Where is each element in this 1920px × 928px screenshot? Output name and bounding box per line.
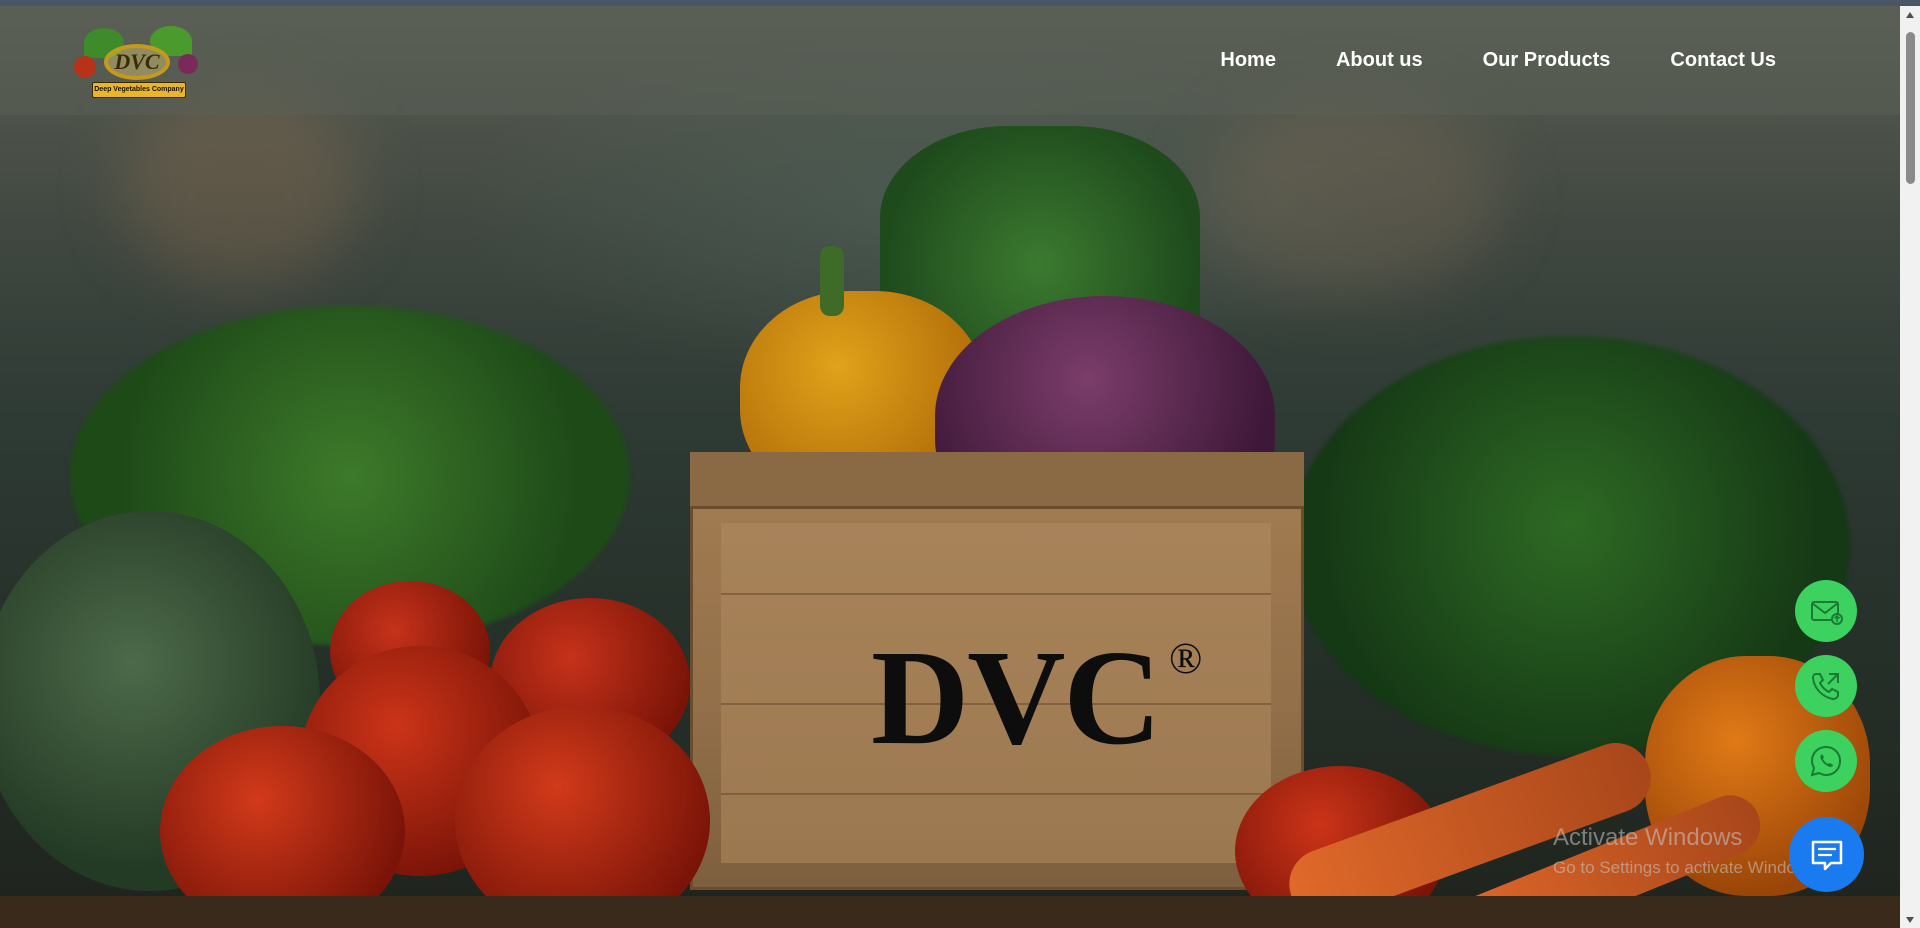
whatsapp-button[interactable] bbox=[1795, 730, 1857, 792]
watermark-title: Activate Windows bbox=[1553, 824, 1743, 851]
hero-banner: DVC ® bbox=[0, 6, 1900, 928]
crate-front-panel: DVC ® bbox=[721, 523, 1271, 863]
crate-back bbox=[690, 452, 1304, 512]
nav-our-products[interactable]: Our Products bbox=[1483, 49, 1611, 72]
tomato-image bbox=[455, 706, 710, 928]
pepper-stem bbox=[820, 246, 844, 316]
main-nav: Home About us Our Products Contact Us bbox=[1160, 6, 1776, 115]
nav-about-us[interactable]: About us bbox=[1336, 49, 1423, 72]
tomato-icon bbox=[74, 56, 96, 78]
nav-contact-us[interactable]: Contact Us bbox=[1670, 49, 1776, 72]
bokeh-light bbox=[1200, 96, 1500, 296]
beet-icon bbox=[178, 54, 198, 74]
chat-button[interactable] bbox=[1789, 817, 1864, 892]
watermark-subtitle: Go to Settings to activate Windows. bbox=[1553, 858, 1822, 877]
scroll-down-arrow-icon[interactable] bbox=[1900, 911, 1920, 928]
crate-groove bbox=[721, 793, 1271, 795]
phone-icon bbox=[1811, 673, 1839, 701]
nav-home[interactable]: Home bbox=[1220, 49, 1276, 72]
scroll-up-arrow-icon[interactable] bbox=[1900, 6, 1920, 23]
scrollbar-thumb[interactable] bbox=[1906, 32, 1915, 184]
bokeh-light bbox=[120, 86, 360, 286]
logo-monogram: DVC bbox=[104, 44, 170, 80]
whatsapp-icon bbox=[1810, 745, 1842, 777]
email-icon bbox=[1811, 601, 1843, 625]
chat-icon bbox=[1811, 840, 1842, 870]
registered-mark: ® bbox=[1169, 634, 1203, 683]
logo-company-name: Deep Vegetables Company bbox=[92, 82, 186, 98]
site-header: DVC Deep Vegetables Company Home About u… bbox=[0, 6, 1900, 115]
activate-windows-watermark: Activate Windows Go to Settings to activ… bbox=[1553, 824, 1821, 878]
phone-button[interactable] bbox=[1795, 655, 1857, 717]
wooden-table bbox=[0, 896, 1900, 928]
crate-brand-text: DVC bbox=[871, 623, 1162, 773]
company-logo[interactable]: DVC Deep Vegetables Company bbox=[74, 22, 200, 106]
wooden-crate: DVC ® bbox=[690, 506, 1304, 890]
email-button[interactable] bbox=[1795, 580, 1857, 642]
crate-groove bbox=[721, 593, 1271, 595]
page-scrollbar[interactable] bbox=[1900, 6, 1920, 928]
